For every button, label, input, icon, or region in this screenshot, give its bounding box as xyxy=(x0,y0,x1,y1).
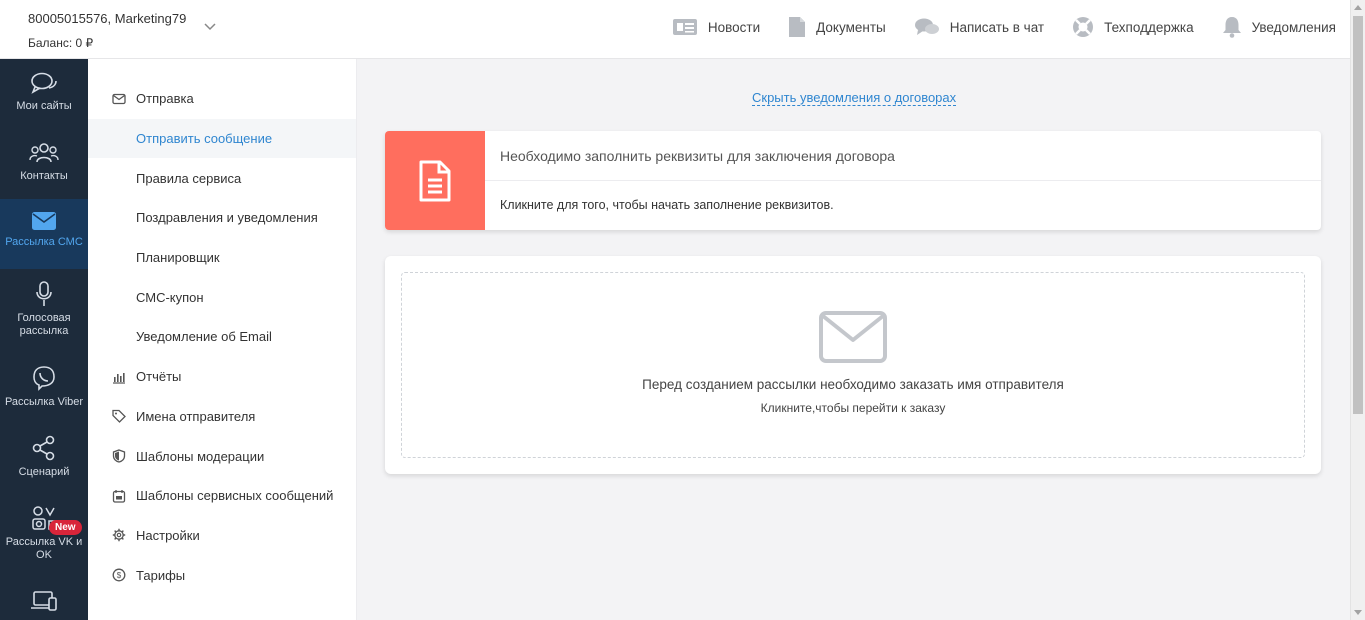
nav-support-label: Техподдержка xyxy=(1104,19,1194,35)
nav-documents-label: Документы xyxy=(816,19,886,35)
rail-vk-ok[interactable]: Рассылка VK и OK xyxy=(0,493,88,577)
rail-scenario-label: Сценарий xyxy=(18,466,70,478)
rail-sms-label: Рассылка СМС xyxy=(5,236,83,248)
scroll-up-icon[interactable] xyxy=(1354,5,1362,10)
nav-support[interactable]: Техподдержка xyxy=(1072,16,1194,38)
rail-sms[interactable]: Рассылка СМС xyxy=(0,199,88,269)
nav-notifications[interactable]: Уведомления xyxy=(1222,16,1336,38)
scroll-down-icon[interactable] xyxy=(1354,610,1362,615)
envelope-icon xyxy=(112,93,126,104)
subnav-reports[interactable]: Отчёты xyxy=(88,357,356,397)
subnav-sms-coupon[interactable]: СМС-купон xyxy=(88,277,356,317)
hide-contract-notices-link[interactable]: Скрыть уведомления о договорах xyxy=(752,90,957,106)
subnav-email-notify[interactable]: Уведомление об Email xyxy=(88,317,356,357)
account-separator: , xyxy=(107,11,115,26)
subnav-settings[interactable]: Настройки xyxy=(88,516,356,556)
nav-chat-label: Написать в чат xyxy=(949,19,1045,35)
envelope-icon xyxy=(819,311,887,363)
subnav-scheduler[interactable]: Планировщик xyxy=(88,238,356,278)
contract-notice-card[interactable]: Необходимо заполнить реквизиты для заклю… xyxy=(385,131,1321,230)
top-header: 80005015576, Marketing79 Баланс: 0 ₽ Нов… xyxy=(0,0,1350,59)
rail-devices[interactable] xyxy=(0,577,88,620)
devices-icon xyxy=(31,591,57,611)
calendar-icon xyxy=(112,489,126,503)
share-icon xyxy=(32,435,55,461)
nav-news-label: Новости xyxy=(707,19,761,35)
bar-chart-icon xyxy=(113,372,125,384)
subnav-service-rules[interactable]: Правила сервиса xyxy=(88,158,356,198)
document-icon xyxy=(789,17,806,37)
bell-icon xyxy=(1222,17,1241,38)
sub-nav: Отправка Отправить сообщение Правила сер… xyxy=(88,59,357,620)
rail-contacts-label: Контакты xyxy=(20,170,68,182)
subnav-sender-names-label: Имена отправителя xyxy=(136,408,256,424)
main-content: Скрыть уведомления о договорах Необходим… xyxy=(357,59,1350,620)
subnav-settings-label: Настройки xyxy=(136,527,200,543)
order-sender-name-area[interactable]: Перед созданием рассылки необходимо зака… xyxy=(401,272,1305,458)
chevron-down-icon[interactable] xyxy=(203,20,217,34)
scroll-thumb[interactable] xyxy=(1353,16,1363,414)
main-rail: Мои сайты Контакты Рассылка СМС Голосова… xyxy=(0,59,88,620)
rail-my-sites-label: Мои сайты xyxy=(16,100,72,112)
nav-notifications-label: Уведомления xyxy=(1251,19,1336,35)
newspaper-icon xyxy=(672,19,697,35)
subnav-moderation-templates-label: Шаблоны модерации xyxy=(136,448,265,464)
document-icon xyxy=(419,160,451,201)
dollar-icon: $ xyxy=(112,568,126,582)
subnav-tariffs[interactable]: $ Тарифы xyxy=(88,555,356,595)
subnav-send-message[interactable]: Отправить сообщение xyxy=(88,118,356,159)
rail-contacts[interactable]: Контакты xyxy=(0,129,88,199)
tag-icon xyxy=(112,410,126,424)
contract-notice-title: Необходимо заполнить реквизиты для заклю… xyxy=(485,131,1321,181)
subnav-sending[interactable]: Отправка xyxy=(88,79,356,119)
new-badge: New xyxy=(49,520,82,535)
microphone-icon xyxy=(36,281,52,306)
account-info[interactable]: 80005015576, Marketing79 Баланс: 0 ₽ xyxy=(28,11,186,50)
sender-name-card: Перед созданием рассылки необходимо зака… xyxy=(385,256,1321,474)
subnav-sender-names[interactable]: Имена отправителя xyxy=(88,397,356,437)
subnav-tariffs-label: Тарифы xyxy=(136,567,186,583)
contract-icon-box xyxy=(385,131,485,230)
contract-notice-subtitle: Кликните для того, чтобы начать заполнен… xyxy=(500,198,834,212)
sender-name-message: Перед созданием рассылки необходимо зака… xyxy=(642,377,1064,392)
subnav-moderation-templates[interactable]: Шаблоны модерации xyxy=(88,436,356,476)
shield-icon xyxy=(112,449,126,463)
rail-scenario[interactable]: Сценарий xyxy=(0,423,88,493)
rail-voice-label: Голосовая рассылка xyxy=(17,312,71,337)
sender-name-hint: Кликните,чтобы перейти к заказу xyxy=(760,401,946,415)
rail-voice[interactable]: Голосовая рассылка xyxy=(0,269,88,353)
account-id: 80005015576 xyxy=(28,11,108,26)
people-icon xyxy=(29,143,59,163)
nav-documents[interactable]: Документы xyxy=(788,16,886,38)
rail-viber-label: Рассылка Viber xyxy=(4,396,84,408)
account-name: Marketing79 xyxy=(114,11,187,26)
top-nav: Новости Документы Написать в чат Техподд… xyxy=(644,16,1336,38)
viber-icon xyxy=(33,366,55,391)
chat-icon xyxy=(914,18,939,35)
rail-viber[interactable]: Рассылка Viber xyxy=(0,353,88,423)
subnav-reports-label: Отчёты xyxy=(136,369,182,385)
envelope-icon xyxy=(32,212,56,230)
rail-vk-ok-label: Рассылка VK и OK xyxy=(5,536,83,561)
subnav-service-templates-label: Шаблоны сервисных сообщений xyxy=(136,488,334,504)
subnav-sending-label: Отправка xyxy=(136,91,194,107)
lifebuoy-icon xyxy=(1073,17,1094,37)
account-balance: Баланс: 0 ₽ xyxy=(28,36,94,50)
svg-text:$: $ xyxy=(117,571,122,580)
chat-bubbles-icon xyxy=(31,72,57,94)
rail-my-sites[interactable]: Мои сайты xyxy=(0,59,88,129)
nav-news[interactable]: Новости xyxy=(672,18,760,36)
page-scrollbar[interactable] xyxy=(1350,0,1365,620)
nav-chat[interactable]: Написать в чат xyxy=(914,17,1044,37)
subnav-service-templates[interactable]: Шаблоны сервисных сообщений xyxy=(88,476,356,516)
gear-icon xyxy=(112,529,126,542)
subnav-greetings[interactable]: Поздравления и уведомления xyxy=(88,198,356,238)
